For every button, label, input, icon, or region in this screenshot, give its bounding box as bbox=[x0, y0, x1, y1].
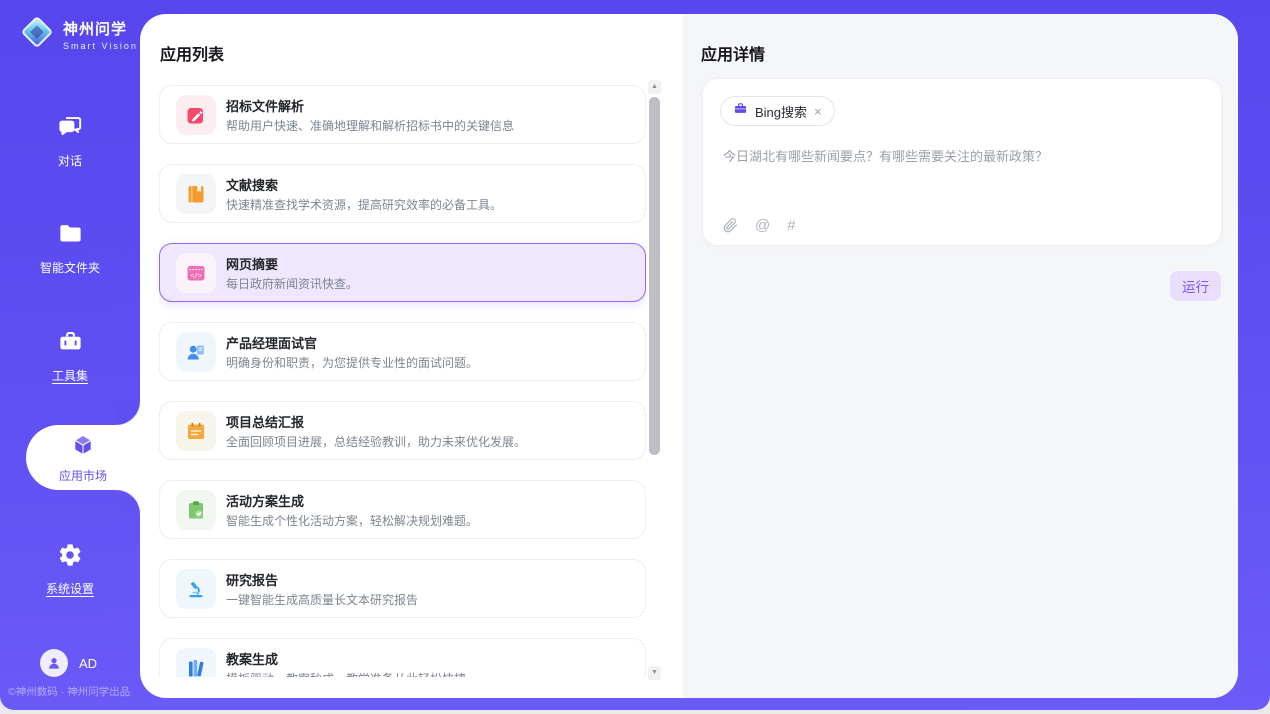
briefcase-icon bbox=[733, 101, 748, 121]
active-tab-notch-top bbox=[116, 401, 140, 425]
app-card-desc: 每日政府新闻资讯快查。 bbox=[226, 275, 358, 292]
app-card-list: 招标文件解析 帮助用户快速、准确地理解和解析招标书中的关键信息 文献搜索 快速精… bbox=[159, 85, 646, 677]
app-card-title: 文献搜索 bbox=[226, 175, 278, 194]
active-tab-notch-bottom bbox=[116, 490, 140, 514]
run-button[interactable]: 运行 bbox=[1170, 271, 1221, 301]
app-list-panel: 应用列表 招标文件解析 帮助用户快速、准确地理解和解析招标书中的关键信息 bbox=[140, 14, 683, 698]
main-content: 应用列表 招标文件解析 帮助用户快速、准确地理解和解析招标书中的关键信息 bbox=[140, 14, 1238, 698]
app-card-title: 产品经理面试官 bbox=[226, 333, 317, 352]
scroll-up-icon[interactable]: ▲ bbox=[648, 80, 661, 94]
microscope-icon bbox=[176, 569, 216, 609]
mention-icon[interactable]: @ bbox=[755, 217, 770, 234]
brand-logo: 神州问学 Smart Vision bbox=[18, 13, 138, 56]
scrollbar-thumb[interactable] bbox=[649, 97, 660, 455]
app-card-bid-analysis[interactable]: 招标文件解析 帮助用户快速、准确地理解和解析招标书中的关键信息 bbox=[159, 85, 646, 144]
tool-tag-bing-search[interactable]: Bing搜索 × bbox=[720, 96, 835, 126]
app-card-project-summary[interactable]: 项目总结汇报 全面回顾项目进展，总结经验教训，助力未来优化发展。 bbox=[159, 401, 646, 460]
app-card-pm-interviewer[interactable]: 产品经理面试官 明确身份和职责，为您提供专业性的面试问题。 bbox=[159, 322, 646, 381]
sidebar-item-toolset[interactable]: 工具集 bbox=[0, 328, 140, 384]
sidebar: 神州问学 Smart Vision 对话 智能文件夹 bbox=[0, 0, 140, 710]
app-card-desc: 快速精准查找学术资源，提高研究效率的必备工具。 bbox=[226, 196, 502, 213]
app-card-title: 招标文件解析 bbox=[226, 96, 304, 115]
user-initials: AD bbox=[79, 656, 97, 671]
app-card-title: 教案生成 bbox=[226, 649, 278, 668]
cube-icon bbox=[70, 432, 96, 463]
list-scrollbar[interactable]: ▲ ▼ bbox=[648, 80, 661, 680]
app-detail-title: 应用详情 bbox=[701, 41, 765, 65]
app-card-literature-search[interactable]: 文献搜索 快速精准查找学术资源，提高研究效率的必备工具。 bbox=[159, 164, 646, 223]
app-card-desc: 全面回顾项目进展，总结经验教训，助力未来优化发展。 bbox=[226, 433, 526, 450]
app-card-title: 活动方案生成 bbox=[226, 491, 304, 510]
brand-subtitle: Smart Vision bbox=[63, 41, 138, 51]
app-card-title: 网页摘要 bbox=[226, 254, 278, 273]
app-list-title: 应用列表 bbox=[160, 41, 224, 65]
app-card-event-plan[interactable]: 活动方案生成 智能生成个性化活动方案，轻松解决规划难题。 bbox=[159, 480, 646, 539]
sidebar-item-app-market[interactable]: 应用市场 bbox=[26, 425, 140, 490]
gear-icon bbox=[57, 542, 83, 573]
input-toolbar: @ # bbox=[723, 217, 796, 234]
folder-icon bbox=[57, 220, 84, 252]
sidebar-item-settings[interactable]: 系统设置 bbox=[0, 542, 140, 597]
scroll-down-icon[interactable]: ▼ bbox=[648, 666, 661, 680]
app-card-title: 项目总结汇报 bbox=[226, 412, 304, 431]
app-window: 神州问学 Smart Vision 对话 智能文件夹 bbox=[0, 0, 1270, 714]
app-card-title: 研究报告 bbox=[226, 570, 278, 589]
clipboard-check-icon bbox=[176, 490, 216, 530]
prompt-card: Bing搜索 × 今日湖北有哪些新闻要点？有哪些需要关注的最新政策？ @ # bbox=[702, 78, 1222, 246]
sidebar-item-label: 智能文件夹 bbox=[40, 259, 100, 276]
app-card-desc: 模板驱动，教案秒成，教学准备从此轻松快捷 bbox=[226, 670, 466, 677]
sidebar-item-label: 对话 bbox=[58, 152, 82, 169]
app-card-desc: 一键智能生成高质量长文本研究报告 bbox=[226, 591, 418, 608]
sidebar-item-label: 系统设置 bbox=[46, 580, 94, 597]
brand-name: 神州问学 bbox=[63, 18, 138, 39]
avatar bbox=[40, 649, 68, 677]
edit-icon bbox=[176, 95, 216, 135]
diamond-logo-icon bbox=[18, 13, 56, 56]
copyright-text: ©神州数码 · 神州问学出品 bbox=[8, 684, 130, 699]
hash-icon[interactable]: # bbox=[787, 217, 795, 234]
sidebar-item-smart-folder[interactable]: 智能文件夹 bbox=[0, 220, 140, 276]
note-icon bbox=[176, 411, 216, 451]
app-card-lesson-plan[interactable]: 教案生成 模板驱动，教案秒成，教学准备从此轻松快捷 bbox=[159, 638, 646, 677]
browser-code-icon: </> bbox=[176, 253, 216, 293]
sidebar-item-label: 工具集 bbox=[52, 367, 88, 384]
tool-tag-label: Bing搜索 bbox=[755, 102, 807, 121]
app-card-desc: 智能生成个性化活动方案，轻松解决规划难题。 bbox=[226, 512, 478, 529]
app-card-desc: 帮助用户快速、准确地理解和解析招标书中的关键信息 bbox=[226, 117, 514, 134]
prompt-input[interactable]: 今日湖北有哪些新闻要点？有哪些需要关注的最新政策？ bbox=[723, 147, 1201, 167]
app-card-web-summary[interactable]: </> 网页摘要 每日政府新闻资讯快查。 bbox=[159, 243, 646, 302]
toolbox-icon bbox=[57, 328, 84, 360]
books-icon bbox=[176, 648, 216, 677]
sidebar-item-label: 应用市场 bbox=[59, 467, 107, 484]
chat-icon bbox=[57, 113, 84, 145]
book-icon bbox=[176, 174, 216, 214]
sidebar-item-chat[interactable]: 对话 bbox=[0, 113, 140, 169]
app-card-research-report[interactable]: 研究报告 一键智能生成高质量长文本研究报告 bbox=[159, 559, 646, 618]
svg-text:</>: </> bbox=[190, 272, 202, 280]
interviewer-icon bbox=[176, 332, 216, 372]
close-icon[interactable]: × bbox=[814, 105, 822, 118]
app-card-desc: 明确身份和职责，为您提供专业性的面试问题。 bbox=[226, 354, 478, 371]
app-detail-panel: 应用详情 Bing搜索 × 今日湖北有哪些新闻要点？有哪些需要关注的最新政策？ bbox=[683, 14, 1238, 698]
user-account[interactable]: AD bbox=[40, 649, 97, 677]
attachment-icon[interactable] bbox=[723, 218, 738, 233]
